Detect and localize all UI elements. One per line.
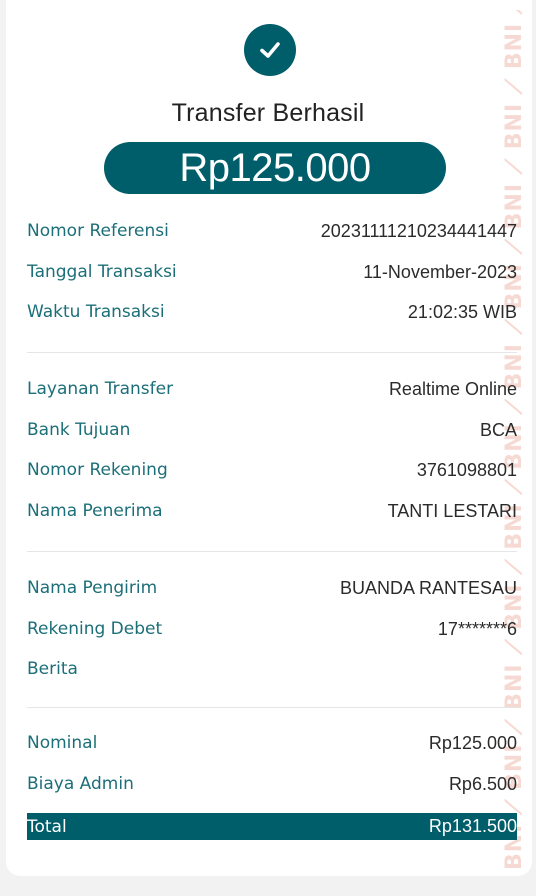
divider (27, 352, 517, 353)
recipient-value: TANTI LESTARI (387, 500, 517, 521)
row-admin-fee: Biaya Admin Rp6.500 (27, 772, 517, 796)
row-date: Tanggal Transaksi 11-November-2023 (27, 260, 517, 284)
divider (27, 707, 517, 708)
service-label: Layanan Transfer (27, 379, 174, 399)
row-service: Layanan Transfer Realtime Online (27, 377, 517, 401)
amount-pill: Rp125.000 (104, 142, 446, 194)
recipient-label: Nama Penerima (27, 501, 163, 521)
date-value: 11-November-2023 (363, 261, 517, 282)
total-value: Rp131.500 (428, 816, 517, 836)
time-value: 21:02:35 WIB (407, 301, 517, 322)
sender-value: BUANDA RANTESAU (339, 577, 517, 598)
message-label: Berita (27, 659, 78, 679)
debit-account-value: 17*******6 (437, 618, 517, 639)
check-icon (260, 42, 280, 58)
bank-value: BCA (479, 419, 517, 440)
row-account: Nomor Rekening 3761098801 (27, 458, 517, 482)
success-badge (244, 24, 296, 76)
total-bar: Total Rp131.500 (27, 813, 517, 840)
service-value: Realtime Online (388, 378, 517, 399)
row-message: Berita (27, 657, 517, 681)
total-label: Total (27, 816, 67, 837)
row-bank: Bank Tujuan BCA (27, 418, 517, 442)
reference-label: Nomor Referensi (27, 221, 169, 241)
admin-fee-value: Rp6.500 (448, 773, 517, 794)
row-nominal: Nominal Rp125.000 (27, 731, 517, 755)
receipt-card: BNI ⟋ BNI ⟋ BNI ⟋ BNI ⟋ BNI ⟋ BNI ⟋ BNI … (6, 0, 532, 876)
divider (27, 551, 517, 552)
account-value: 3761098801 (416, 459, 517, 480)
date-label: Tanggal Transaksi (27, 262, 177, 282)
debit-account-label: Rekening Debet (27, 619, 163, 639)
nominal-label: Nominal (27, 733, 98, 753)
sender-label: Nama Pengirim (27, 578, 158, 598)
row-recipient: Nama Penerima TANTI LESTARI (27, 499, 517, 523)
nominal-value: Rp125.000 (428, 732, 517, 753)
row-sender: Nama Pengirim BUANDA RANTESAU (27, 576, 517, 600)
reference-value: 20231111210234441447 (320, 220, 517, 241)
page-title: Transfer Berhasil (171, 99, 365, 127)
row-time: Waktu Transaksi 21:02:35 WIB (27, 300, 517, 324)
row-reference: Nomor Referensi 20231111210234441447 (27, 219, 517, 243)
time-label: Waktu Transaksi (27, 302, 165, 322)
bank-label: Bank Tujuan (27, 420, 131, 440)
row-debit-account: Rekening Debet 17*******6 (27, 617, 517, 641)
admin-fee-label: Biaya Admin (27, 774, 134, 794)
account-label: Nomor Rekening (27, 460, 168, 480)
